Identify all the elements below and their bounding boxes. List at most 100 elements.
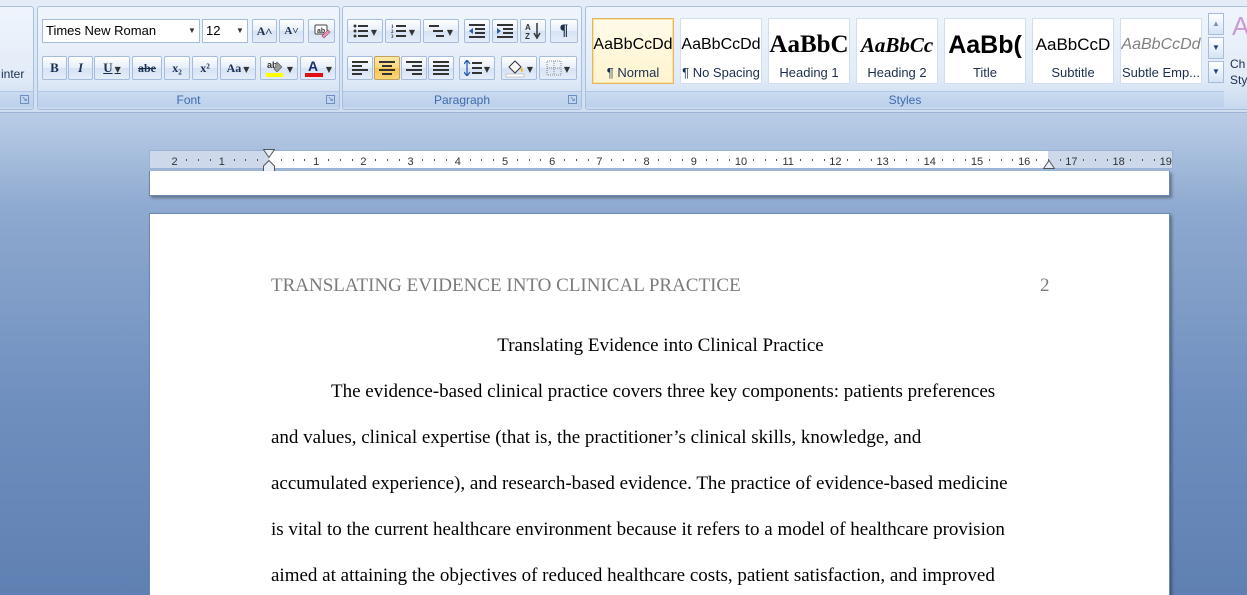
chevron-down-icon[interactable]: ▼ — [564, 65, 570, 74]
ruler-tick-label: 1 — [313, 156, 320, 168]
subscript-button[interactable]: x₂ — [164, 56, 190, 80]
style-tile-heading-1[interactable]: AaBbC Heading 1 — [768, 18, 850, 84]
italic-icon: I — [77, 60, 84, 75]
paragraph-group: ▼ 1 2 3 ▼ ▼ A Z ¶ ▼ ▼ ▼ Paragraph ↘ — [342, 6, 582, 110]
chevron-down-icon[interactable]: ▼ — [287, 65, 293, 74]
ruler-tick-mark — [564, 159, 565, 161]
ruler-tick-mark — [351, 159, 353, 161]
style-tile-no-spacing[interactable]: AaBbCcDd ¶ No Spacing — [680, 18, 762, 84]
body-line[interactable]: aimed at attaining the objectives of red… — [271, 565, 995, 587]
shading-button[interactable]: ▼ — [501, 56, 537, 80]
highlight-button[interactable]: ab ▼ — [260, 56, 298, 80]
strikethrough-button[interactable]: abe — [132, 56, 162, 80]
chevron-down-icon[interactable]: ▼ — [233, 20, 247, 42]
ruler-tick-mark — [1012, 159, 1014, 161]
styles-more-button[interactable]: ▼ — [1208, 61, 1224, 83]
svg-text:Z: Z — [525, 32, 530, 40]
chevron-down-icon[interactable]: ▼ — [115, 65, 121, 74]
body-line[interactable]: and values, clinical expertise (that is,… — [271, 427, 921, 449]
page-number[interactable]: 2 — [1040, 275, 1050, 297]
align-center-button[interactable] — [374, 56, 400, 80]
document-page[interactable]: TRANSLATING EVIDENCE INTO CLINICAL PRACT… — [149, 213, 1170, 595]
ruler-tick-mark — [800, 159, 801, 161]
format-painter-label[interactable]: inter — [1, 67, 24, 81]
ruler-tick-mark — [859, 159, 860, 161]
ruler-tick-label: 3 — [407, 156, 414, 168]
decrease-indent-button[interactable] — [464, 19, 490, 43]
chevron-down-icon[interactable]: ▼ — [484, 65, 490, 74]
body-line[interactable]: accumulated experience), and research-ba… — [271, 473, 1008, 495]
chevron-down-icon[interactable]: ▼ — [326, 65, 332, 74]
chevron-down-icon[interactable]: ▼ — [371, 28, 377, 37]
change-styles-button[interactable]: A Ch Sty — [1228, 11, 1247, 91]
font-dialog-launcher-icon[interactable]: ↘ — [326, 95, 335, 104]
chevron-down-icon[interactable]: ▼ — [527, 65, 533, 74]
ruler-tick-label: 18 — [1112, 156, 1125, 168]
paragraph-dialog-launcher-icon[interactable]: ↘ — [568, 95, 577, 104]
show-hide-marks-button[interactable]: ¶ — [550, 19, 578, 43]
running-head[interactable]: TRANSLATING EVIDENCE INTO CLINICAL PRACT… — [271, 275, 741, 297]
style-preview: AaBbCcD — [1035, 35, 1111, 54]
font-name-combo[interactable]: Times New Roman ▼ — [42, 19, 200, 43]
styles-scroll-down-button[interactable]: ▼ — [1208, 37, 1224, 59]
numbering-button[interactable]: 1 2 3 ▼ — [385, 19, 421, 43]
underline-button[interactable]: U ▼ — [94, 56, 130, 80]
ruler-tick-mark — [375, 159, 377, 161]
grow-font-button[interactable]: A˄ — [252, 19, 277, 43]
style-name: Subtitle — [1051, 65, 1095, 80]
style-tile-title[interactable]: AaBb( Title — [944, 18, 1026, 84]
chevron-down-icon[interactable]: ▼ — [447, 28, 453, 37]
body-line[interactable]: The evidence-based clinical practice cov… — [331, 381, 995, 403]
superscript-button[interactable]: x² — [192, 56, 218, 80]
style-name: Heading 1 — [779, 65, 839, 80]
justify-button[interactable] — [428, 56, 454, 80]
horizontal-ruler[interactable]: 2 1 1 2 3 4 5 6 7 8 9 10 11 12 13 14 15 16 17 18 19 — [149, 149, 1173, 174]
style-preview: AaBbC — [769, 31, 849, 58]
first-line-indent-marker[interactable] — [263, 149, 275, 158]
bullets-button[interactable]: ▼ — [347, 19, 383, 43]
chevron-down-icon[interactable]: ▼ — [185, 20, 199, 42]
style-preview: AaBbCcDd — [593, 36, 673, 53]
shrink-font-button[interactable]: A˅ — [279, 19, 304, 43]
ruler-tick-mark — [965, 159, 967, 161]
bold-button[interactable]: B — [42, 56, 67, 80]
ruler-tick-mark — [257, 159, 259, 161]
style-tile-heading-2[interactable]: AaBbCc Heading 2 — [856, 18, 938, 84]
chevron-down-icon[interactable]: ▼ — [409, 28, 415, 37]
borders-button[interactable]: ▼ — [539, 56, 577, 80]
line-spacing-button[interactable]: ▼ — [459, 56, 495, 80]
body-line[interactable]: is vital to the current healthcare envir… — [271, 519, 1005, 541]
clipboard-launcher-icon[interactable]: ↘ — [20, 95, 29, 104]
font-size-value: 12 — [206, 23, 221, 38]
ribbon: inter ↘ Times New Roman ▼ 12 ▼ A˄ A˅ ab … — [0, 0, 1247, 113]
right-indent-marker[interactable] — [1043, 160, 1055, 169]
ruler-tick-mark — [906, 159, 908, 161]
font-size-combo[interactable]: 12 ▼ — [202, 19, 248, 43]
ruler-tick-mark — [847, 159, 849, 161]
font-name-value: Times New Roman — [46, 23, 157, 38]
previous-page[interactable] — [149, 171, 1170, 196]
svg-text:3: 3 — [391, 35, 394, 38]
clear-formatting-button[interactable]: ab — [308, 19, 335, 43]
change-case-button[interactable]: Aa ▼ — [220, 56, 256, 80]
document-work-area[interactable]: 2 1 1 2 3 4 5 6 7 8 9 10 11 12 13 14 15 16 17 18 19 TRANSLAT… — [0, 113, 1247, 595]
underline-icon: U — [103, 60, 113, 75]
sort-button[interactable]: A Z — [520, 19, 546, 43]
style-tile-subtle-emphasis[interactable]: AaBbCcDd Subtle Emp... — [1120, 18, 1202, 84]
styles-scroll-up-button[interactable]: ▲ — [1208, 13, 1224, 35]
ruler-tick-mark — [186, 159, 188, 161]
ruler-tick-mark — [481, 159, 483, 161]
align-left-button[interactable] — [347, 56, 373, 80]
italic-button[interactable]: I — [68, 56, 93, 80]
ruler-tick-mark — [1000, 159, 1002, 161]
multilevel-list-button[interactable]: ▼ — [423, 19, 459, 43]
ruler-tick-mark — [1083, 159, 1085, 161]
chevron-down-icon[interactable]: ▼ — [243, 65, 249, 74]
style-tile-normal[interactable]: AaBbCcDd ¶ Normal — [592, 18, 674, 84]
style-tile-subtitle[interactable]: AaBbCcD Subtitle — [1032, 18, 1114, 84]
document-title[interactable]: Translating Evidence into Clinical Pract… — [150, 335, 1171, 357]
ruler-tick-mark — [328, 159, 329, 161]
font-color-button[interactable]: A ▼ — [300, 56, 336, 80]
increase-indent-button[interactable] — [492, 19, 518, 43]
align-right-button[interactable] — [401, 56, 427, 80]
